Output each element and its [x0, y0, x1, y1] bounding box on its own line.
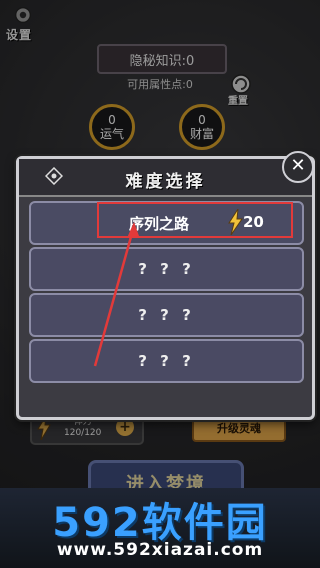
watermark-url: www.592xiazai.com	[56, 540, 264, 560]
annotation-arrow	[93, 222, 139, 367]
watermark: 592软件园 www.592xiazai.com	[0, 488, 320, 568]
